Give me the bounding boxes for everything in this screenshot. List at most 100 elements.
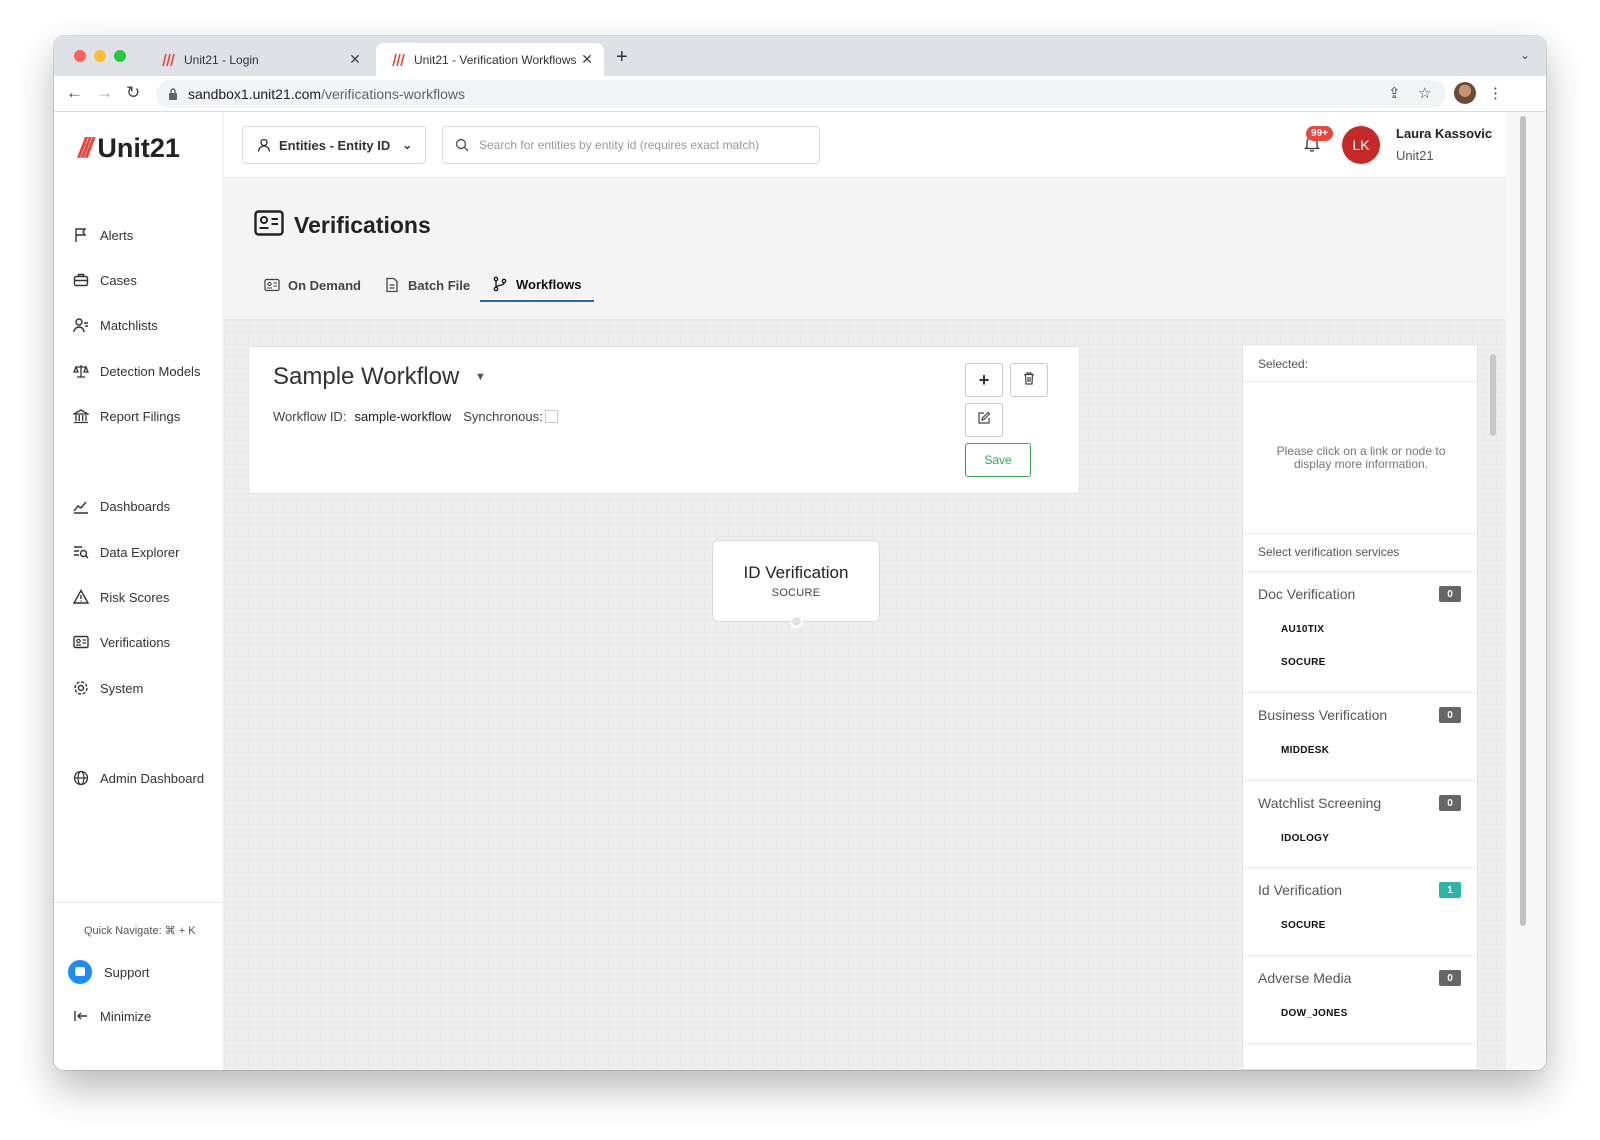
add-node-button[interactable]: + <box>965 363 1003 397</box>
service-provider-item[interactable]: SOCURE <box>1281 920 1326 931</box>
trash-icon <box>1022 371 1036 390</box>
sidebar-item-matchlists[interactable]: Matchlists <box>72 316 158 334</box>
service-name: Adverse Media <box>1258 970 1352 986</box>
notification-count-badge: 99+ <box>1306 126 1333 141</box>
sidebar-item-cases[interactable]: Cases <box>72 271 137 289</box>
tab-on-demand[interactable]: On Demand <box>264 268 361 302</box>
id-card-icon <box>254 210 284 241</box>
url-host: sandbox1.unit21.com <box>188 86 322 102</box>
close-window-button[interactable] <box>74 50 86 62</box>
service-provider-item[interactable]: IDOLOGY <box>1281 833 1329 844</box>
data-search-icon <box>72 543 90 561</box>
browser-toolbar: ← → ↻ sandbox1.unit21.com/verifications-… <box>54 76 1546 112</box>
user-name[interactable]: Laura Kassovic <box>1396 126 1492 141</box>
service-name: Business Verification <box>1258 707 1388 723</box>
user-list-icon <box>72 316 90 334</box>
sidebar-item-data-explorer[interactable]: Data Explorer <box>72 543 179 561</box>
service-provider-item[interactable]: AU10TIX <box>1281 624 1324 635</box>
sidebar-item-label: Report Filings <box>100 408 181 424</box>
id-card-icon <box>72 633 90 651</box>
tab-label: On Demand <box>288 277 361 293</box>
scrollbar-thumb[interactable] <box>1520 116 1526 926</box>
save-button[interactable]: Save <box>965 443 1031 477</box>
user-icon <box>257 138 271 152</box>
service-group-business-verification: Business Verification 0 MIDDESK <box>1243 692 1477 780</box>
entity-select-value: Entities - Entity ID <box>279 137 391 153</box>
sidebar-item-risk-scores[interactable]: Risk Scores <box>72 588 169 606</box>
entity-type-select[interactable]: Entities - Entity ID ⌄ <box>242 126 426 164</box>
sidebar-item-label: Verifications <box>100 634 171 650</box>
entity-search-input[interactable]: Search for entities by entity id (requir… <box>442 126 820 164</box>
more-menu-icon[interactable]: ⋮ <box>1488 84 1503 102</box>
service-provider-item[interactable]: MIDDESK <box>1281 745 1329 756</box>
workflow-info-card: Sample Workflow ▼ Workflow ID: sample-wo… <box>248 346 1080 494</box>
chart-line-icon <box>72 497 90 515</box>
profile-avatar[interactable] <box>1454 82 1476 104</box>
new-tab-button[interactable]: + <box>616 46 628 69</box>
panel-scrollbar[interactable] <box>1490 354 1496 436</box>
service-count-badge: 1 <box>1439 882 1461 898</box>
tab-label: Batch File <box>408 277 471 293</box>
share-icon[interactable]: ⇪ <box>1388 84 1401 102</box>
scale-icon <box>72 362 90 380</box>
bookmark-star-icon[interactable]: ☆ <box>1418 84 1431 102</box>
unit21-favicon <box>162 53 175 66</box>
service-provider-item[interactable]: DOW_JONES <box>1281 1008 1348 1019</box>
page-header: Verifications On Demand Batch File Workf… <box>224 178 1506 320</box>
service-count-badge: 0 <box>1439 970 1461 986</box>
search-placeholder: Search for entities by entity id (requir… <box>479 138 760 152</box>
browser-tab-workflows[interactable]: Unit21 - Verification Workflows ✕ <box>376 43 604 76</box>
synchronous-label: Synchronous: <box>463 409 543 424</box>
minimize-sidebar-button[interactable]: Minimize <box>72 1007 151 1025</box>
workflow-id-value: sample-workflow <box>354 409 452 424</box>
zoom-window-button[interactable] <box>114 50 126 62</box>
minimize-window-button[interactable] <box>94 50 106 62</box>
close-tab-icon[interactable]: ✕ <box>346 51 364 68</box>
sidebar-item-label: Alerts <box>100 227 134 243</box>
forward-arrow-icon[interactable]: → <box>96 83 113 103</box>
node-output-port[interactable] <box>790 615 803 628</box>
git-branch-icon <box>492 276 508 292</box>
chevron-down-icon[interactable]: ▼ <box>475 371 486 383</box>
tab-workflows[interactable]: Workflows <box>480 268 594 302</box>
quick-navigate-hint: Quick Navigate: ⌘ + K <box>84 925 196 937</box>
synchronous-checkbox[interactable] <box>544 410 558 423</box>
user-avatar[interactable]: LK <box>1342 126 1380 164</box>
address-bar[interactable]: sandbox1.unit21.com/verifications-workfl… <box>156 80 1446 108</box>
tab-strip: Unit21 - Login ✕ Unit21 - Verification W… <box>54 36 1546 76</box>
logo-slashes: /// <box>78 132 93 163</box>
service-provider-item[interactable]: SOCURE <box>1281 657 1326 668</box>
divider <box>1243 533 1477 534</box>
sidebar-item-detection-models[interactable]: Detection Models <box>72 362 200 380</box>
reload-icon[interactable]: ↻ <box>126 83 140 103</box>
sidebar-item-label: Risk Scores <box>100 589 170 605</box>
sidebar-item-system[interactable]: System <box>72 679 143 697</box>
sidebar-item-verifications[interactable]: Verifications <box>72 633 170 651</box>
sidebar-item-label: Matchlists <box>100 317 158 333</box>
empty-selection-message: Please click on a link or node to displa… <box>1276 444 1446 471</box>
sidebar: /// Unit21 Alerts Cases Matchlists Detec… <box>54 112 224 1070</box>
services-label: Select verification services <box>1258 545 1400 559</box>
sidebar-item-label: Cases <box>100 272 137 288</box>
service-group-doc-verification: Doc Verification 0 AU10TIX SOCURE <box>1243 571 1477 692</box>
tab-search-chevron-icon[interactable]: ⌄ <box>1520 48 1530 62</box>
delete-workflow-button[interactable] <box>1010 363 1048 397</box>
tab-batch-file[interactable]: Batch File <box>384 268 470 302</box>
page-scrollbar[interactable] <box>1506 112 1546 1070</box>
workflow-name[interactable]: Sample Workflow <box>273 363 459 391</box>
lock-icon <box>169 88 177 100</box>
workflow-node-id-verification[interactable]: ID Verification SOCURE <box>712 540 880 628</box>
sidebar-item-admin-dashboard[interactable]: Admin Dashboard <box>72 769 204 787</box>
sidebar-item-label: Dashboards <box>100 498 171 514</box>
close-tab-icon[interactable]: ✕ <box>578 51 596 68</box>
unit21-logo[interactable]: /// Unit21 <box>78 132 180 164</box>
sidebar-item-alerts[interactable]: Alerts <box>72 226 133 244</box>
sidebar-item-dashboards[interactable]: Dashboards <box>72 497 170 515</box>
workflow-canvas[interactable]: Sample Workflow ▼ Workflow ID: sample-wo… <box>224 320 1506 1070</box>
divider <box>1243 381 1477 382</box>
sidebar-item-report-filings[interactable]: Report Filings <box>72 407 180 425</box>
edit-workflow-button[interactable] <box>965 403 1003 437</box>
support-button[interactable]: Support <box>68 960 150 984</box>
back-arrow-icon[interactable]: ← <box>66 83 83 103</box>
browser-tab-login[interactable]: Unit21 - Login ✕ <box>146 43 372 76</box>
